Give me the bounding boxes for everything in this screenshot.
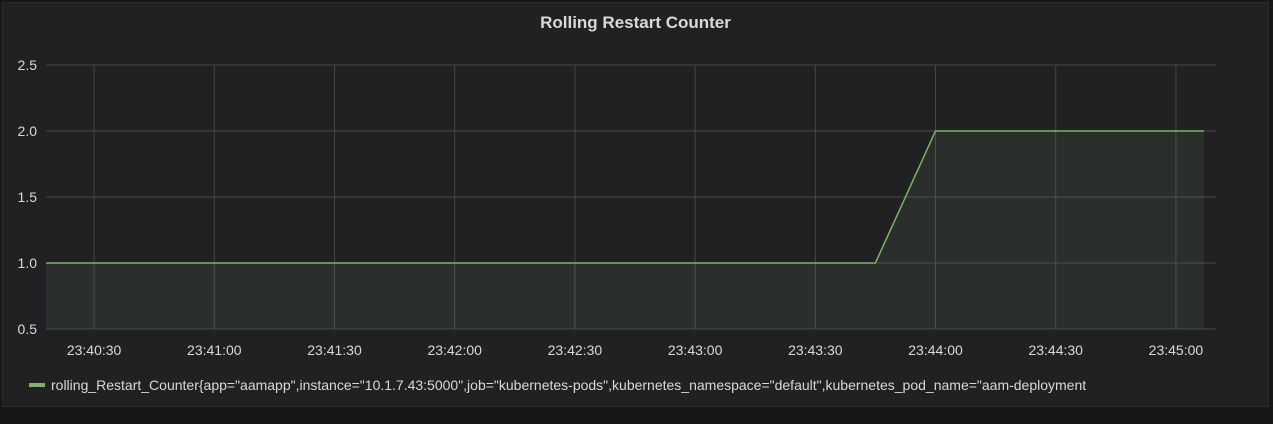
x-tick-label: 23:40:30 xyxy=(67,342,122,358)
chart-area: 0.5 1.0 1.5 2.0 2.5 23:40:30 23:41:00 23:41:30… xyxy=(18,57,1216,358)
series-area xyxy=(46,130,1204,329)
x-tick-label: 23:44:30 xyxy=(1028,342,1083,358)
x-tick-label: 23:42:00 xyxy=(427,342,482,358)
x-tick-label: 23:41:00 xyxy=(187,342,242,358)
x-tick-label: 23:45:00 xyxy=(1149,342,1204,358)
y-tick-label: 1.5 xyxy=(18,189,38,205)
x-tick-label: 23:43:30 xyxy=(788,342,843,358)
x-tick-label: 23:41:30 xyxy=(307,342,362,358)
y-tick-label: 1.0 xyxy=(18,255,38,271)
y-tick-label: 2.5 xyxy=(18,57,38,73)
y-tick-label: 0.5 xyxy=(18,321,38,337)
legend-series-label[interactable]: rolling_Restart_Counter{app="aamapp",ins… xyxy=(51,377,1086,393)
legend-color-swatch[interactable] xyxy=(29,383,45,387)
x-tick-label: 23:42:30 xyxy=(548,342,603,358)
bottom-strip xyxy=(0,408,1273,424)
graph-panel: Rolling Restart Counter 0.5 1.0 1.5 2.0 2.5 … xyxy=(2,2,1269,407)
x-axis: 23:40:30 23:41:00 23:41:30 23:42:00 23:42:30… xyxy=(67,342,1204,358)
x-tick-label: 23:43:00 xyxy=(668,342,723,358)
series-fill xyxy=(46,131,1204,329)
y-tick-label: 2.0 xyxy=(18,123,38,139)
legend[interactable]: rolling_Restart_Counter{app="aamapp",ins… xyxy=(29,376,1259,394)
x-tick-label: 23:44:00 xyxy=(908,342,963,358)
y-axis: 0.5 1.0 1.5 2.0 2.5 xyxy=(18,57,38,337)
